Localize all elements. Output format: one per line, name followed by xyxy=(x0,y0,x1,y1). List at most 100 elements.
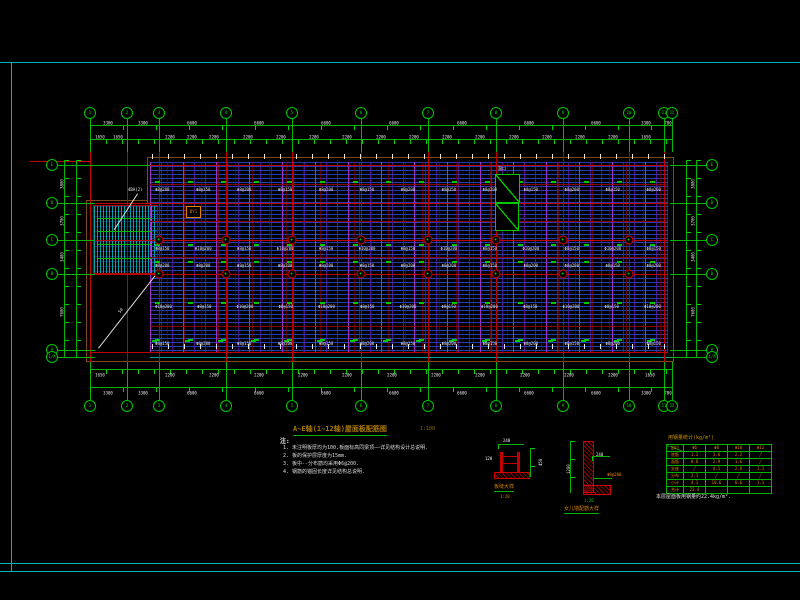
dim-value: 6600 xyxy=(321,391,331,396)
dim-value: 2200 xyxy=(520,373,530,378)
rebar-label-row: Φ10@200Φ8@150Φ10@200Φ8@150Φ10@200Φ8@150Φ… xyxy=(155,304,661,309)
dim-value: 2200 xyxy=(254,373,264,378)
table-cell: 2.8 xyxy=(728,466,750,473)
rebar-label: Φ8@200 xyxy=(278,341,292,346)
rebar-label: Φ8@200 xyxy=(605,341,619,346)
rebar-label-row: Φ8@200Φ8@150Φ8@200Φ8@150Φ8@200Φ8@150Φ8@2… xyxy=(155,187,661,192)
dim-value: 2200 xyxy=(276,135,286,140)
node-symbol xyxy=(155,270,164,279)
rebar-label: Φ8@150 xyxy=(319,341,333,346)
rebar-label: Φ8@150 xyxy=(278,304,292,309)
dim-value: 3400 xyxy=(691,252,696,262)
table-cell: ╱ xyxy=(706,473,728,480)
rebar-label: Φ8@200 xyxy=(565,263,579,268)
dim-value: 6600 xyxy=(524,121,534,126)
rebar-label: Φ8@200 xyxy=(565,187,579,192)
dim-value: 2200 xyxy=(209,373,219,378)
table-cell: 1.1 xyxy=(750,466,772,473)
grid-bubble: 6 xyxy=(355,400,367,412)
dim-value: 6600 xyxy=(254,121,264,126)
dim-value: 6600 xyxy=(457,121,467,126)
annex-frame-top xyxy=(86,200,147,201)
axis-line xyxy=(428,118,429,152)
grid-bubble: 10 xyxy=(623,400,635,412)
note-line: 4. 钢筋的锚固长度详见结构总说明. xyxy=(283,468,365,475)
plan-frame-bottom xyxy=(86,361,674,362)
table-cell: 1.1 xyxy=(750,480,772,487)
node-symbol xyxy=(492,270,501,279)
detail2-dim-left: 1200 xyxy=(566,464,571,474)
axis-line xyxy=(226,362,227,400)
beam-line xyxy=(150,326,668,327)
dim-value: 3800 xyxy=(691,179,696,189)
detail1-dim-top: 240 xyxy=(503,438,510,443)
steel-table-caption: 本层屋面板用钢量约22.4kg/m². xyxy=(656,493,731,500)
column-line xyxy=(127,152,128,362)
plan-frame-step xyxy=(147,157,148,203)
grid-bubble: 2 xyxy=(121,400,133,412)
detail2-leader xyxy=(593,478,612,479)
rebar-label: Φ8@150 xyxy=(237,341,251,346)
dim-value: 6600 xyxy=(187,391,197,396)
detail2-slab-foot xyxy=(583,485,611,495)
grid-bubble: 1 xyxy=(84,400,96,412)
rebar-label: Φ8@200 xyxy=(646,187,660,192)
rebar-label: Φ8@150 xyxy=(196,187,210,192)
stair-bar xyxy=(98,218,152,219)
stair-bar xyxy=(98,244,152,245)
detail2-dim-right: 240 xyxy=(596,452,603,457)
grid-bubble: 9 xyxy=(557,107,569,119)
sheet-border-top xyxy=(0,62,800,63)
rebar-marks-row xyxy=(155,181,660,183)
grid-bubble: 9 xyxy=(557,400,569,412)
rebar-label: Φ10@200 xyxy=(481,304,498,309)
table-cell: 4.1 xyxy=(706,466,728,473)
cad-drawing-canvas[interactable]: 50 4BA(2) 洞口 BY1 123456789101112 1234567… xyxy=(0,0,800,600)
beam-line xyxy=(90,240,668,241)
axis-line xyxy=(127,118,128,152)
node-symbol xyxy=(288,270,297,279)
rebar-label: Φ10@200 xyxy=(318,304,335,309)
dim-value: 700 xyxy=(664,391,671,396)
grid-bubble: 5 xyxy=(286,400,298,412)
table-cell: 分布 xyxy=(667,473,684,480)
grid-bubble: B xyxy=(706,268,718,280)
drawing-title: A~E轴(1~12轴)屋面板配筋图 xyxy=(293,424,387,436)
dim-value: 3300 xyxy=(103,391,113,396)
node-symbol xyxy=(625,236,634,245)
rebar-label-row: Φ8@200Φ8@200Φ8@150Φ8@200Φ8@200Φ8@150Φ8@2… xyxy=(155,263,661,268)
rebar-label: Φ8@150 xyxy=(524,187,538,192)
rebar-label: Φ8@150 xyxy=(401,341,415,346)
dim-value: 7600 xyxy=(60,307,65,317)
dim-value: 700 xyxy=(664,121,671,126)
rebar-label: Φ10@200 xyxy=(604,246,621,251)
rebar-label: Φ8@200 xyxy=(319,187,333,192)
grid-bubble: 12 xyxy=(666,400,678,412)
grid-bubble: 3 xyxy=(153,107,165,119)
beam-line xyxy=(90,274,668,275)
beam-line xyxy=(150,257,668,258)
dim-line-top-1 xyxy=(90,125,672,130)
node-symbol xyxy=(357,270,366,279)
rebar-hooks-top xyxy=(152,154,666,159)
grid-bubble: 7 xyxy=(422,400,434,412)
slab-opening xyxy=(495,203,519,231)
dim-value: 1650 xyxy=(113,135,123,140)
dim-value: 6600 xyxy=(321,121,331,126)
dim-value: 2200 xyxy=(309,135,319,140)
sheet-border-bottom-inner xyxy=(0,563,800,564)
grid-bubble: 8 xyxy=(490,400,502,412)
rebar-label: Φ8@200 xyxy=(646,263,660,268)
rebar-label: Φ10@200 xyxy=(195,246,212,251)
rebar-label: Φ8@200 xyxy=(237,187,251,192)
axis-line xyxy=(159,362,160,400)
axis-line xyxy=(226,118,227,152)
rebar-label: Φ8@150 xyxy=(401,246,415,251)
rebar-label: Φ8@150 xyxy=(646,341,660,346)
dim-line-top-2 xyxy=(90,139,672,144)
grid-bubble: E xyxy=(46,159,58,171)
table-cell: 小计 xyxy=(667,480,684,487)
axis-line xyxy=(496,118,497,152)
grid-bubble: 10 xyxy=(623,107,635,119)
grid-bubble: 4 xyxy=(220,107,232,119)
